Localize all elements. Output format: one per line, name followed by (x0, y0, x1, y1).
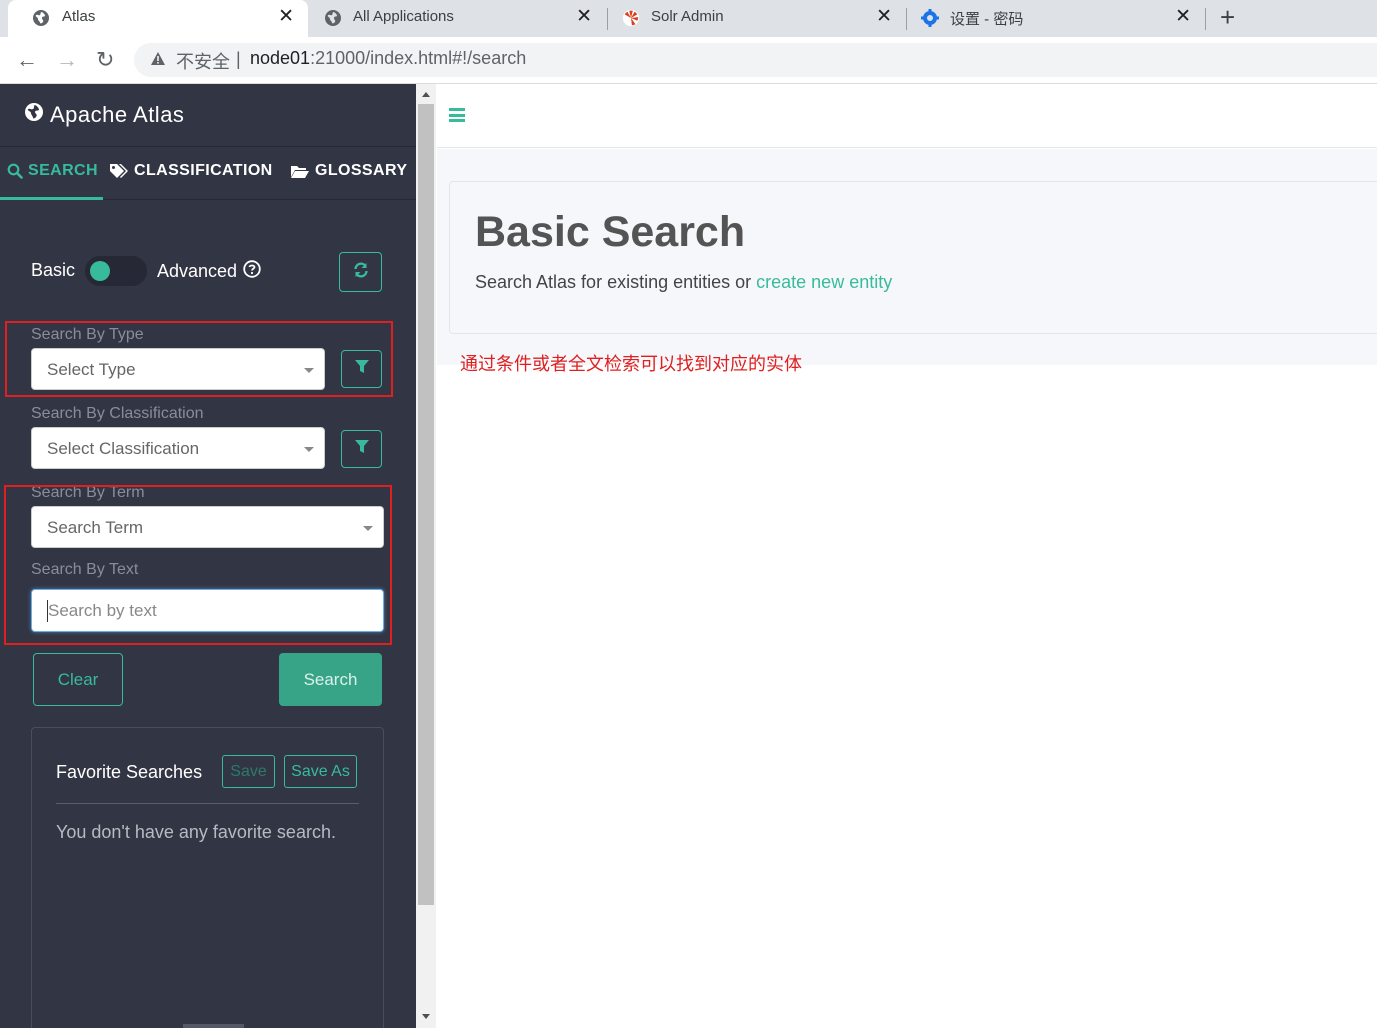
menu-icon[interactable] (449, 108, 465, 122)
address-divider: | (236, 49, 241, 69)
help-icon[interactable] (243, 260, 261, 283)
sidebar-tabs: SEARCH CLASSIFICATION GLOSSARY (0, 147, 416, 200)
warning-icon (150, 51, 166, 71)
forward-button[interactable]: → (56, 47, 78, 73)
tab-label: GLOSSARY (315, 162, 408, 179)
refresh-button[interactable] (339, 252, 382, 292)
close-icon[interactable]: ✕ (576, 5, 592, 28)
browser-tab-strip: Atlas ✕ All Applications ✕ Solr Admin ✕ … (0, 0, 1377, 37)
url-text: node01:21000/index.html#!/search (250, 48, 526, 69)
subtitle-text: Search Atlas for existing entities or (475, 272, 757, 292)
sidebar-scrollbar[interactable] (416, 84, 436, 1028)
url-path: :21000/index.html#!/search (310, 48, 527, 68)
filter-icon (354, 439, 369, 459)
favorite-searches-panel: Favorite Searches Save Save As You don't… (31, 727, 384, 1028)
classification-label: Search By Classification (31, 405, 204, 422)
tab-title: All Applications (353, 8, 454, 25)
close-icon[interactable]: ✕ (1175, 5, 1191, 28)
sidebar-resize-handle[interactable] (183, 1024, 244, 1028)
classification-filter-button[interactable] (341, 430, 382, 468)
globe-icon (24, 102, 44, 128)
tab-glossary[interactable]: GLOSSARY (290, 162, 407, 180)
main-header (437, 84, 1377, 148)
favorites-title: Favorite Searches (56, 762, 203, 782)
basic-label: Basic (31, 260, 76, 280)
advanced-label: Advanced (157, 260, 261, 283)
brand-name: Apache Atlas (50, 102, 185, 127)
chevron-down-icon (304, 447, 314, 452)
search-button[interactable]: Search (279, 653, 382, 706)
browser-tab-solr-admin[interactable]: Solr Admin ✕ (608, 0, 906, 37)
classification-placeholder: Select Classification (47, 439, 200, 458)
solr-logo-icon (622, 9, 640, 27)
tab-label: CLASSIFICATION (134, 162, 273, 179)
back-button[interactable]: ← (16, 47, 38, 73)
clear-button[interactable]: Clear (33, 653, 123, 706)
search-icon (7, 163, 23, 179)
scroll-up-arrow-icon[interactable] (422, 92, 430, 97)
tab-classification[interactable]: CLASSIFICATION (109, 162, 273, 180)
close-icon[interactable]: ✕ (876, 5, 892, 28)
active-tab-indicator (0, 197, 103, 200)
browser-tab-settings[interactable]: 设置 - 密码 ✕ (907, 0, 1205, 37)
basic-advanced-switch[interactable] (85, 256, 147, 286)
switch-knob (90, 261, 110, 281)
main-content: Basic Search Search Atlas for existing e… (437, 84, 1377, 1028)
brand[interactable]: Apache Atlas (24, 102, 184, 128)
highlight-box-term-text (4, 485, 392, 645)
tab-title: Solr Admin (651, 8, 724, 25)
folder-open-icon (290, 164, 310, 179)
reload-button[interactable]: ↻ (96, 47, 114, 73)
classification-select[interactable]: Select Classification (31, 427, 325, 469)
tab-search[interactable]: SEARCH (7, 162, 98, 180)
page-subtitle: Search Atlas for existing entities or cr… (475, 272, 892, 293)
new-tab-button[interactable]: + (1220, 2, 1235, 33)
scroll-down-arrow-icon[interactable] (422, 1014, 430, 1019)
tab-label: SEARCH (28, 162, 98, 179)
page-title: Basic Search (475, 208, 746, 256)
tab-title: Atlas (62, 8, 96, 25)
insecure-label: 不安全 (176, 52, 230, 72)
create-entity-link[interactable]: create new entity (756, 272, 892, 292)
close-icon[interactable]: ✕ (278, 5, 294, 28)
tags-icon (109, 163, 129, 179)
annotation-text: 通过条件或者全文检索可以找到对应的实体 (460, 354, 802, 375)
browser-tab-all-applications[interactable]: All Applications ✕ (308, 0, 606, 37)
globe-icon (324, 9, 342, 27)
gear-icon (921, 9, 939, 27)
globe-icon (32, 9, 50, 27)
tab-title: 设置 - 密码 (950, 11, 1024, 28)
browser-tab-atlas[interactable]: Atlas ✕ (8, 0, 308, 37)
scrollbar-thumb[interactable] (418, 104, 434, 905)
tab-separator (1205, 8, 1206, 30)
browser-toolbar: ← → ↻ 不安全 | node01:21000/index.html#!/se… (0, 37, 1377, 84)
advanced-text: Advanced (157, 261, 238, 281)
save-button[interactable]: Save (222, 755, 275, 788)
divider (56, 803, 359, 804)
basic-search-panel: Basic Search Search Atlas for existing e… (449, 181, 1377, 334)
url-host: node01 (250, 48, 311, 68)
address-bar[interactable]: 不安全 | node01:21000/index.html#!/search (134, 43, 1377, 77)
favorites-empty-message: You don't have any favorite search. (56, 822, 336, 842)
highlight-box-type (5, 321, 393, 397)
sidebar: Apache Atlas SEARCH CLASSIFICATION GLOSS… (0, 84, 416, 1028)
refresh-icon (352, 261, 370, 284)
save-as-button[interactable]: Save As (284, 755, 357, 788)
search-mode-toggle: Basic Advanced (31, 252, 391, 292)
